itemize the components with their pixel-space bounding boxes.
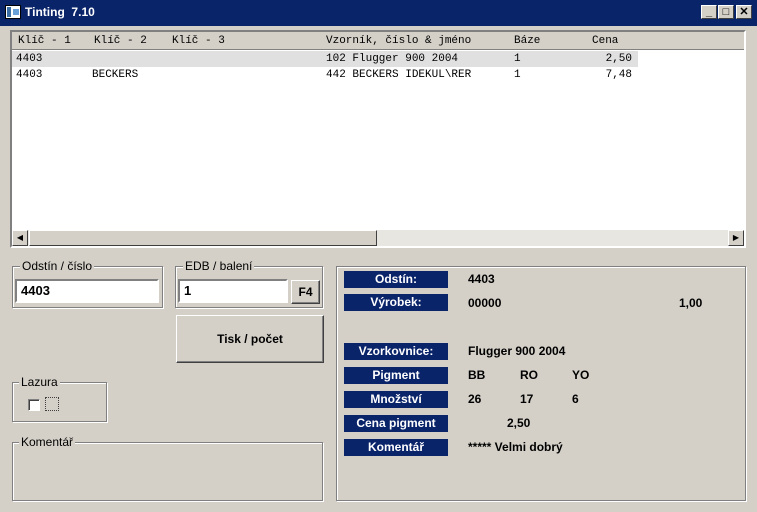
product-value: 00000 <box>468 296 502 310</box>
cell-swatch: 442 BECKERS IDEKUL\RER <box>326 69 472 81</box>
cell-key1: 4403 <box>16 53 43 65</box>
comment-value: ***** Velmi dobrý <box>468 440 563 454</box>
close-button[interactable]: ✕ <box>736 5 752 19</box>
cell-base: 1 <box>514 69 521 81</box>
pigment-3: YO <box>572 368 590 382</box>
quantity-3: 6 <box>572 392 579 406</box>
print-count-button[interactable]: Tisk / počet <box>176 315 324 363</box>
edb-group-label: EDB / balení <box>183 259 255 273</box>
scroll-right-icon[interactable]: ▶ <box>728 230 744 246</box>
lazura-group-label: Lazura <box>19 375 60 389</box>
lazura-checkbox[interactable] <box>28 399 40 411</box>
swatchbook-value: Flugger 900 2004 <box>468 344 566 358</box>
list-header: Klíč - 1 Klíč - 2 Klíč - 3 Vzorník, čísl… <box>12 32 744 50</box>
column-header-key2[interactable]: Klíč - 2 <box>94 35 147 47</box>
title-bar[interactable]: Tinting 7.10 _ □ ✕ <box>0 0 757 26</box>
column-header-swatch[interactable]: Vzorník, číslo & jméno <box>326 35 471 47</box>
swatchbook-label-badge: Vzorkovnice: <box>344 343 448 360</box>
f4-button[interactable]: F4 <box>291 280 320 304</box>
pigment-1: BB <box>468 368 486 382</box>
shade-label-badge: Odstín: <box>344 271 448 288</box>
comment-label-badge: Komentář <box>344 439 448 456</box>
app-icon[interactable] <box>5 5 21 19</box>
lazura-focus-box <box>45 397 59 411</box>
comment-group-label: Komentář <box>19 435 76 449</box>
column-header-key3[interactable]: Klíč - 3 <box>172 35 225 47</box>
shade-input[interactable]: 4403 <box>15 279 159 303</box>
horizontal-scrollbar[interactable]: ◀ ▶ <box>12 230 744 246</box>
comment-group <box>12 442 323 501</box>
quantity-label-badge: Množství <box>344 391 448 408</box>
column-header-base[interactable]: Báze <box>514 35 540 47</box>
column-header-key1[interactable]: Klíč - 1 <box>18 35 71 47</box>
cell-price: 7,48 <box>605 69 632 81</box>
column-header-price[interactable]: Cena <box>592 35 618 47</box>
product-label-badge: Výrobek: <box>344 294 448 311</box>
quantity-2: 17 <box>520 392 534 406</box>
shade-value: 4403 <box>468 272 495 286</box>
cell-base: 1 <box>514 53 521 65</box>
results-list[interactable]: Klíč - 1 Klíč - 2 Klíč - 3 Vzorník, čísl… <box>10 30 746 248</box>
table-row[interactable]: 4403 102 Flugger 900 2004 1 2,50 <box>12 51 638 67</box>
shade-group-label: Odstín / číslo <box>20 259 95 273</box>
pigment-label-badge: Pigment <box>344 367 448 384</box>
maximize-button[interactable]: □ <box>718 5 734 19</box>
window-title: Tinting 7.10 <box>25 5 95 19</box>
pigment-price-label-badge: Cena pigment <box>344 415 448 432</box>
cell-key2: BECKERS <box>92 69 139 81</box>
scroll-thumb[interactable] <box>29 230 377 246</box>
pigment-2: RO <box>520 368 538 382</box>
minimize-button[interactable]: _ <box>701 5 717 19</box>
pigment-price-value: 2,50 <box>507 416 531 430</box>
quantity-1: 26 <box>468 392 482 406</box>
product-amount: 1,00 <box>679 296 703 310</box>
table-row[interactable]: 4403 BECKERS 442 BECKERS IDEKUL\RER 1 7,… <box>12 67 744 83</box>
cell-key1: 4403 <box>16 69 43 81</box>
edb-input[interactable]: 1 <box>178 279 288 303</box>
cell-price: 2,50 <box>605 53 632 65</box>
scroll-left-icon[interactable]: ◀ <box>12 230 28 246</box>
cell-swatch: 102 Flugger 900 2004 <box>326 53 459 65</box>
